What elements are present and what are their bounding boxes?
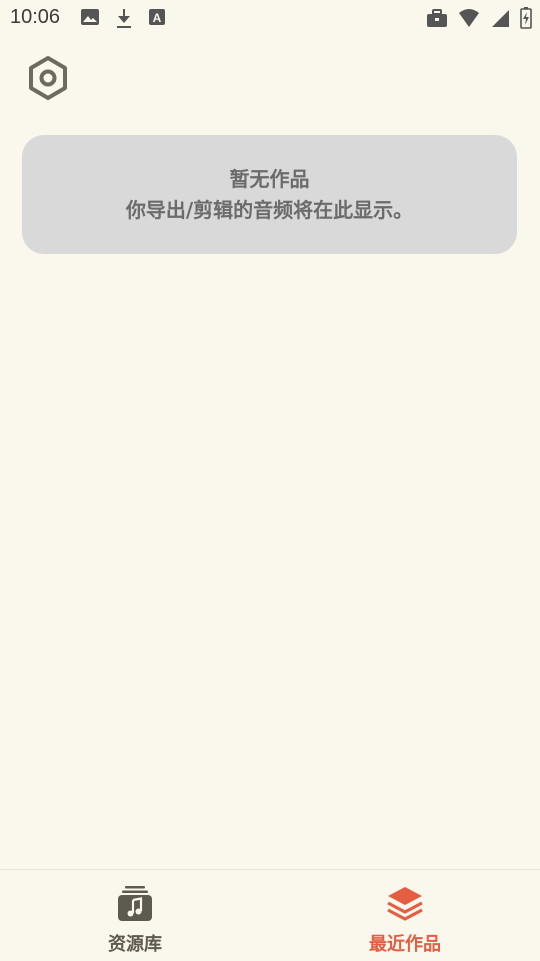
status-right-icons [426, 7, 532, 29]
hexagon-settings-icon [29, 56, 67, 100]
status-time: 10:06 [10, 6, 61, 28]
briefcase-icon [426, 8, 448, 28]
status-left-icons: A [80, 7, 166, 29]
status-bar: 10:06 A [0, 0, 540, 38]
settings-button[interactable] [24, 54, 72, 102]
signal-icon [490, 8, 510, 28]
empty-state-card: 暂无作品 你导出/剪辑的音频将在此显示。 [22, 135, 517, 254]
empty-state-title: 暂无作品 [229, 166, 310, 191]
battery-charging-icon [520, 7, 532, 29]
bottom-nav: 资源库 最近作品 [0, 869, 540, 961]
nav-label-library: 资源库 [108, 934, 162, 955]
nav-item-recent-works[interactable]: 最近作品 [270, 870, 540, 961]
nav-item-library[interactable]: 资源库 [0, 870, 270, 961]
layers-icon [385, 884, 425, 924]
font-a-icon: A [148, 7, 166, 29]
wifi-icon [458, 8, 480, 28]
music-library-icon [115, 884, 155, 924]
svg-text:A: A [153, 11, 162, 25]
download-icon [114, 7, 134, 29]
nav-label-recent-works: 最近作品 [369, 934, 441, 955]
image-icon [80, 7, 100, 29]
empty-state-description: 你导出/剪辑的音频将在此显示。 [125, 197, 414, 222]
